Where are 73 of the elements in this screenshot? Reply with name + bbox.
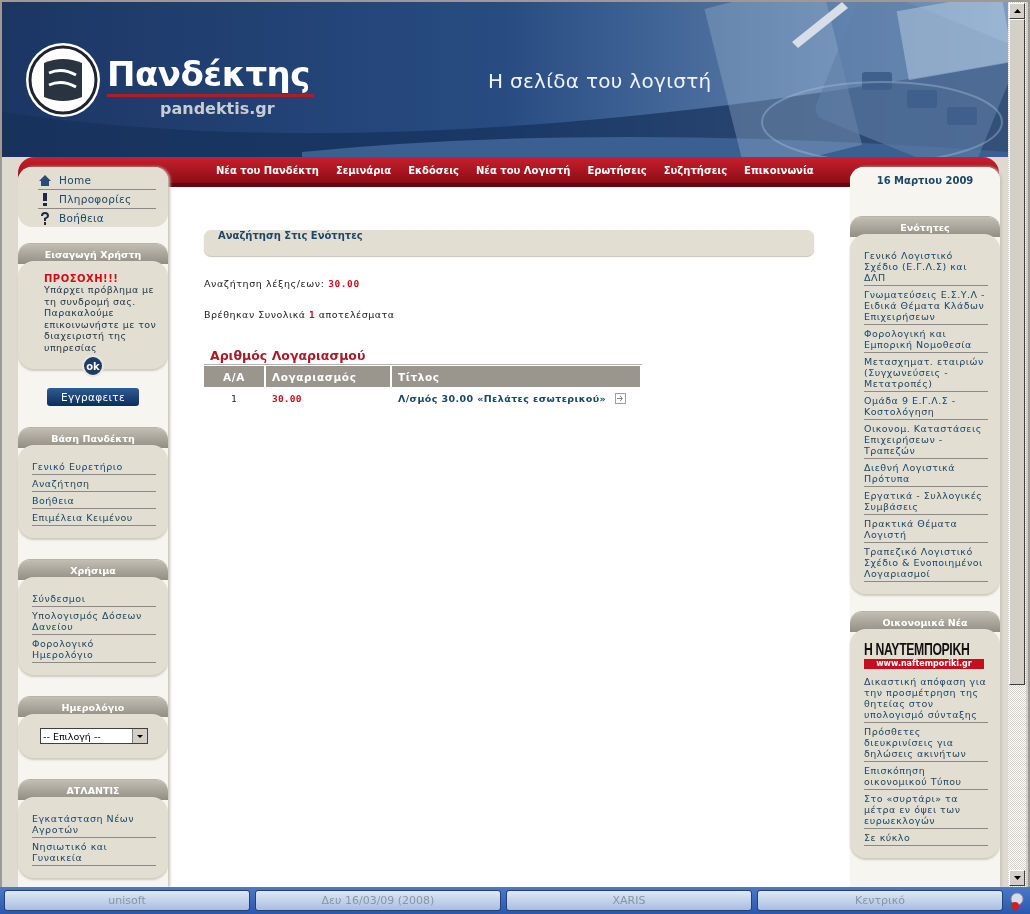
quick-link[interactable]: Home <box>38 171 156 190</box>
warning-message: Υπάρχει πρόβλημα με τη συνδρομή σας. Παρακαλούμε επικοινωνήστε με τον διαχειριστή της υπηρεσίας <box>44 284 158 353</box>
select-value: -- Επιλογή -- <box>42 730 102 742</box>
sidebar-link[interactable]: Φορολογική και Εμπορική Νομοθεσία <box>864 327 988 353</box>
news-link[interactable]: Πρόσθετες διευκρινίσεις για δηλώσεις ακινήτων <box>864 725 988 762</box>
panel-header: ΑΤΛΑΝΤΙΣ <box>18 780 168 800</box>
panel-header: Οικονομικά Νέα <box>850 612 1000 632</box>
table-title: Αριθμός Λογαριασμού <box>204 348 642 365</box>
sidebar-link[interactable]: Μετασχηματ. εταιριών (Συγχωνεύσεις - Μετατροπές) <box>864 355 988 392</box>
nav-link[interactable]: Εκδόσεις <box>408 157 459 183</box>
ok-button[interactable]: ok <box>82 355 104 377</box>
sidebar-link[interactable]: Οικονομ. Καταστάσεις Επιχειρήσεων - Τραπεζών <box>864 422 988 459</box>
newspaper-url: www.naftemporiki.gr <box>864 659 984 669</box>
scroll-down-button[interactable] <box>1009 870 1025 886</box>
panel-header: Βάση Πανδέκτη <box>18 428 168 448</box>
sidebar-link[interactable]: Γενικό Ευρετήριο <box>32 460 156 475</box>
panel-header: Ενότητες <box>850 217 1000 237</box>
scroll-up-button[interactable] <box>1009 3 1025 19</box>
sidebar-link[interactable]: Εργατικά - Συλλογικές Συμβάσεις <box>864 489 988 515</box>
column-header: Τίτλος <box>392 366 640 387</box>
news-link[interactable]: Δικαστική απόφαση για την προσμέτρηση της θητείας στον υπολογισμό σύνταξης <box>864 675 988 723</box>
up-arrow-icon <box>1013 8 1022 14</box>
panel-header: Ημερολόγιο <box>18 697 168 717</box>
home-icon <box>38 173 52 187</box>
result-link[interactable]: Λ/σμός 30.00 «Πελάτες εσωτερικού» <box>398 392 607 404</box>
column-header: Α/Α <box>204 366 264 387</box>
site-title: Πανδέκτης <box>107 54 314 97</box>
results-count-text: Βρέθηκαν Συνολικά 1 αποτελέσματα <box>204 309 396 320</box>
nav-link[interactable]: Νέα του Πανδέκτη <box>216 157 319 183</box>
sidebar-link[interactable]: Βοήθεια <box>32 494 156 509</box>
register-button[interactable]: Εγγραφειτε <box>47 388 139 406</box>
sidebar-link[interactable]: Φορολογικό Ημερολόγιο <box>32 637 156 663</box>
site-tagline: Η σελίδα του λογιστή <box>488 69 712 93</box>
calendar-select[interactable]: -- Επιλογή -- <box>40 728 148 744</box>
section-title: Αναζήτηση Στις Ενότητες <box>204 230 814 256</box>
nav-link[interactable]: Συζητήσεις <box>663 157 728 183</box>
question-icon <box>38 211 52 225</box>
table-cell-text: 1 <box>230 391 238 406</box>
date-text: 16 Μαρτιου 2009 <box>850 167 1000 217</box>
news-link[interactable]: Επισκόπηση οικονομικού Τύπου <box>864 764 988 790</box>
sidebar-link[interactable]: Τραπεζικό Λογιστικό Σχέδιο & Ενοποιημένοι Λογαριασμοί <box>864 545 988 582</box>
warning-title: ΠΡΟΣΟΧΗ!!! <box>44 273 120 284</box>
sidebar-link[interactable]: Αναζήτηση <box>32 477 156 492</box>
quick-link[interactable]: Πληροφορίες <box>38 190 156 209</box>
scroll-thumb[interactable] <box>1009 19 1025 685</box>
sidebar-link[interactable]: Υπολογισμός Δόσεων Δανείου <box>32 609 156 635</box>
quick-link[interactable]: Βοήθεια <box>38 209 156 227</box>
arrow-box-icon <box>615 392 627 404</box>
search-query-text: Αναζήτηση λέξης/εων: 30.00 <box>204 278 361 289</box>
sidebar-link[interactable]: Νησιωτικό και Γυναικεία <box>32 840 156 866</box>
panel-header: Εισαγωγή Χρήστη <box>18 244 168 264</box>
logo-icon <box>24 41 102 119</box>
site-domain: pandektis.gr <box>160 99 275 118</box>
news-link[interactable]: Σε κύκλο <box>864 831 988 846</box>
nav-link[interactable]: Νέα του Λογιστή <box>476 157 571 183</box>
scrollbar[interactable] <box>1008 2 1026 887</box>
news-link[interactable]: Στο «συρτάρι» τα μέτρα εν όψει των ευρωεκλογών <box>864 792 988 829</box>
sidebar-link[interactable]: Σύνδεσμοι <box>32 592 156 607</box>
sidebar-link[interactable]: Εγκατάσταση Νέων Αγροτών <box>32 812 156 838</box>
nav-link[interactable]: Σεμινάρια <box>335 157 392 183</box>
sidebar-link[interactable]: Ομάδα 9 Ε.Γ.Λ.Σ - Κοστολόγηση <box>864 394 988 420</box>
sidebar-link[interactable]: Διεθνή Λογιστικά Πρότυπα <box>864 461 988 487</box>
sidebar-link[interactable]: Γνωματεύσεις Ε.Σ.Υ.Λ - Ειδικά Θέματα Κλάδων Επιχειρήσεων <box>864 288 988 325</box>
newspaper-name: Η ΝΑΥΤΕΜΠΟΡΙΚΗ <box>864 641 971 659</box>
sidebar-link[interactable]: Γενικό Λογιστικό Σχέδιο (Ε.Γ.Λ.Σ) και ΔΛΠ <box>864 249 988 286</box>
sidebar-link[interactable]: Επιμέλεια Κειμένου <box>32 511 156 526</box>
nav-link[interactable]: Επικοινωνία <box>744 157 814 183</box>
sidebar-link[interactable]: Πρακτικά Θέματα Λογιστή <box>864 517 988 543</box>
nav-link[interactable]: Ερωτήσεις <box>587 157 647 183</box>
down-arrow-icon <box>1013 875 1022 881</box>
account-cell-text: 30.00 <box>271 391 303 406</box>
column-header: Λογαριασμός <box>266 366 390 387</box>
panel-header: Χρήσιμα <box>18 560 168 580</box>
